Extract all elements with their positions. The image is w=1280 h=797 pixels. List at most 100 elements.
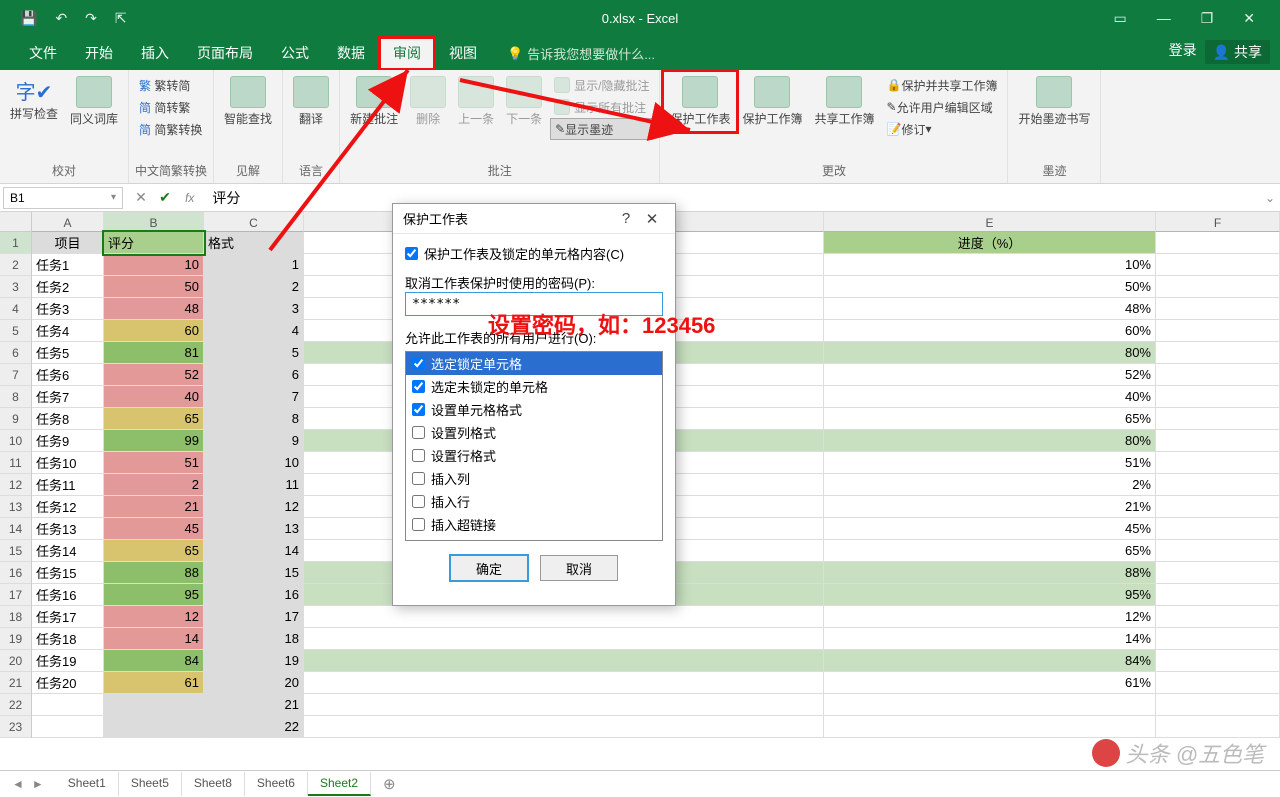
cell-score[interactable]: 40: [104, 386, 204, 408]
row-header[interactable]: 9: [0, 408, 31, 430]
cell-format[interactable]: 20: [204, 672, 304, 694]
cell-score[interactable]: 81: [104, 342, 204, 364]
permission-item[interactable]: 设置行格式: [406, 444, 662, 467]
cell-score[interactable]: 2: [104, 474, 204, 496]
cell-score[interactable]: 84: [104, 650, 204, 672]
row-header[interactable]: 4: [0, 298, 31, 320]
cell-format[interactable]: 10: [204, 452, 304, 474]
cell-format[interactable]: 18: [204, 628, 304, 650]
row-header[interactable]: 17: [0, 584, 31, 606]
cell-score[interactable]: 48: [104, 298, 204, 320]
cell-task[interactable]: 任务3: [32, 298, 104, 320]
cell-task[interactable]: 任务16: [32, 584, 104, 606]
start-ink[interactable]: 开始墨迹书写: [1014, 74, 1094, 129]
tab-review[interactable]: 审阅: [379, 37, 435, 70]
cell-format[interactable]: 11: [204, 474, 304, 496]
dialog-help-icon[interactable]: ?: [613, 210, 639, 227]
touch-icon[interactable]: ⇱: [115, 10, 127, 27]
cell-task[interactable]: 任务17: [32, 606, 104, 628]
undo-icon[interactable]: ↶: [55, 10, 67, 27]
share-workbook-button[interactable]: 共享工作簿: [810, 74, 878, 129]
thesaurus-button[interactable]: 同义词库: [66, 74, 122, 129]
protect-workbook-button[interactable]: 保护工作簿: [738, 74, 806, 129]
cell-task[interactable]: 任务13: [32, 518, 104, 540]
permission-item[interactable]: 插入行: [406, 490, 662, 513]
cell-task[interactable]: 任务18: [32, 628, 104, 650]
tab-data[interactable]: 数据: [323, 37, 379, 70]
col-header-C[interactable]: C: [204, 212, 304, 232]
row-header[interactable]: 15: [0, 540, 31, 562]
cell-task[interactable]: 任务8: [32, 408, 104, 430]
cancel-formula-icon[interactable]: ✕: [129, 189, 153, 206]
row-header[interactable]: 5: [0, 320, 31, 342]
cell-progress[interactable]: 65%: [824, 540, 1156, 562]
cell-score[interactable]: 60: [104, 320, 204, 342]
tab-insert[interactable]: 插入: [127, 37, 183, 70]
permission-item[interactable]: 选定未锁定的单元格: [406, 375, 662, 398]
row-header[interactable]: 20: [0, 650, 31, 672]
permission-item[interactable]: 插入超链接: [406, 513, 662, 536]
sheet-tab[interactable]: Sheet2: [308, 772, 371, 796]
cell-task[interactable]: 任务6: [32, 364, 104, 386]
col-header-B[interactable]: B: [104, 212, 204, 232]
col-header-A[interactable]: A: [32, 212, 104, 232]
cell-progress[interactable]: 50%: [824, 276, 1156, 298]
tab-home[interactable]: 开始: [71, 37, 127, 70]
trad-to-simp[interactable]: 繁 繁转简: [135, 74, 206, 96]
tab-file[interactable]: 文件: [15, 37, 71, 70]
col-header-E[interactable]: E: [824, 212, 1156, 232]
cell-progress[interactable]: 14%: [824, 628, 1156, 650]
cell-score[interactable]: 51: [104, 452, 204, 474]
cell-task[interactable]: 任务4: [32, 320, 104, 342]
row-header[interactable]: 23: [0, 716, 31, 738]
track-changes[interactable]: 📝 修订 ▾: [883, 118, 1002, 140]
cell-progress[interactable]: 12%: [824, 606, 1156, 628]
cell-format[interactable]: 8: [204, 408, 304, 430]
name-box[interactable]: B1▾: [3, 187, 123, 209]
row-header[interactable]: 13: [0, 496, 31, 518]
row-header[interactable]: 10: [0, 430, 31, 452]
sheet-nav-prev-icon[interactable]: ◄: [12, 777, 24, 791]
cell-progress[interactable]: 80%: [824, 430, 1156, 452]
cell-format[interactable]: 12: [204, 496, 304, 518]
header-C[interactable]: 格式: [204, 232, 304, 254]
cell-task[interactable]: 任务2: [32, 276, 104, 298]
row-header[interactable]: 2: [0, 254, 31, 276]
cell-progress[interactable]: 48%: [824, 298, 1156, 320]
protect-content-checkbox[interactable]: 保护工作表及锁定的单元格内容(C): [405, 244, 663, 263]
sheet-tab[interactable]: Sheet1: [56, 772, 119, 796]
cell-score[interactable]: 65: [104, 540, 204, 562]
dialog-close-icon[interactable]: ✕: [639, 210, 665, 228]
cell-progress[interactable]: 60%: [824, 320, 1156, 342]
cell-progress[interactable]: 65%: [824, 408, 1156, 430]
cell-score[interactable]: 88: [104, 562, 204, 584]
sheet-nav-next-icon[interactable]: ►: [32, 777, 44, 791]
row-header[interactable]: 18: [0, 606, 31, 628]
cell-progress[interactable]: 84%: [824, 650, 1156, 672]
cell-score[interactable]: 45: [104, 518, 204, 540]
cell-score[interactable]: 99: [104, 430, 204, 452]
fx-icon[interactable]: fx: [177, 191, 202, 205]
row-header[interactable]: 22: [0, 694, 31, 716]
cell-task[interactable]: 任务12: [32, 496, 104, 518]
cell-format[interactable]: 19: [204, 650, 304, 672]
maximize-icon[interactable]: ❐: [1201, 10, 1214, 27]
allow-edit-ranges[interactable]: ✎ 允许用户编辑区域: [883, 96, 1002, 118]
cell-format[interactable]: 17: [204, 606, 304, 628]
new-comment[interactable]: 新建批注: [346, 74, 402, 129]
convert-chinese[interactable]: 简 简繁转换: [135, 118, 206, 140]
save-icon[interactable]: 💾: [20, 10, 37, 27]
tab-view[interactable]: 视图: [435, 37, 491, 70]
row-headers[interactable]: 1234567891011121314151617181920212223: [0, 232, 32, 738]
add-sheet-icon[interactable]: ⊕: [371, 775, 408, 793]
cell-score[interactable]: 50: [104, 276, 204, 298]
cell-format[interactable]: 15: [204, 562, 304, 584]
cancel-button[interactable]: 取消: [540, 555, 618, 581]
minimize-icon[interactable]: —: [1157, 10, 1171, 26]
signin-link[interactable]: 登录: [1169, 40, 1197, 64]
permission-item[interactable]: 选定锁定单元格: [406, 352, 662, 375]
sheet-tab[interactable]: Sheet6: [245, 772, 308, 796]
row-header[interactable]: 12: [0, 474, 31, 496]
cell-task[interactable]: 任务1: [32, 254, 104, 276]
cell-score[interactable]: 52: [104, 364, 204, 386]
